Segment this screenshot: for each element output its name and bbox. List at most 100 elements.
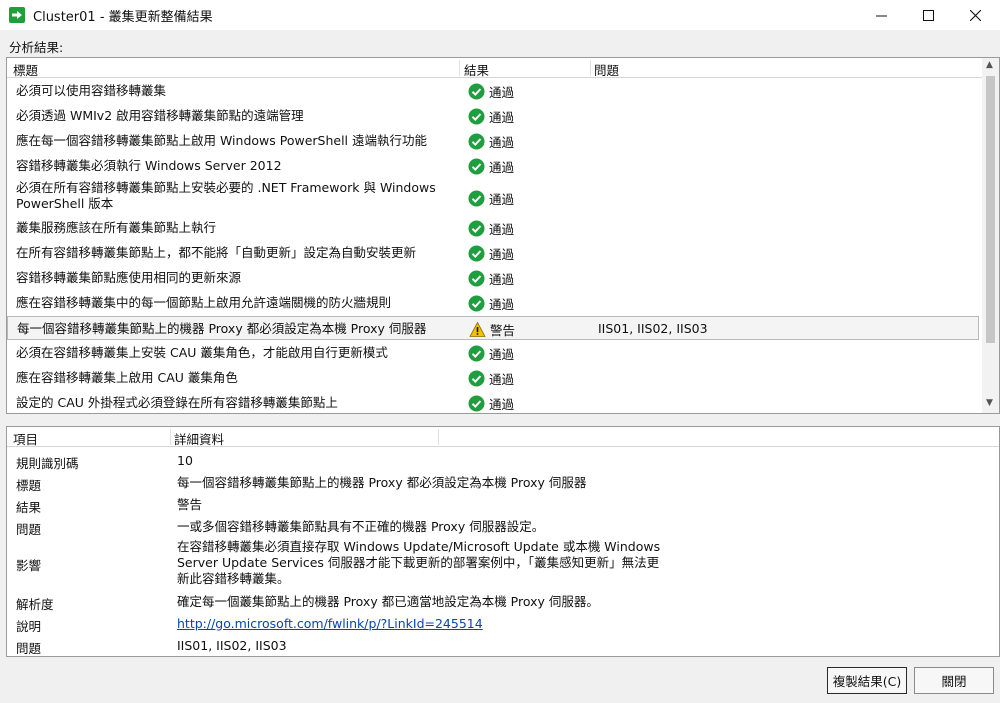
warning-icon xyxy=(469,321,486,337)
app-icon xyxy=(9,7,25,23)
rule-result: 通過 xyxy=(468,344,514,363)
detail-label: 規則識別碼 xyxy=(16,456,79,471)
rule-result: 通過 xyxy=(468,157,514,176)
result-label: 警告 xyxy=(490,323,516,338)
result-label: 通過 xyxy=(489,347,515,362)
rule-result: 通過 xyxy=(468,107,514,126)
rule-title: 應在每一個容錯移轉叢集節點上啟用 Windows PowerShell 遠端執行… xyxy=(16,133,428,148)
list-item[interactable]: 在所有容錯移轉叢集節點上，都不能將「自動更新」設定為自動安裝更新 通過 xyxy=(7,241,979,265)
rule-result: 通過 xyxy=(468,189,514,208)
minimize-button[interactable] xyxy=(858,0,904,30)
column-divider[interactable] xyxy=(590,60,591,76)
detail-row: 解析度 確定每一個叢集節點上的機器 Proxy 都已適當地設定為本機 Proxy … xyxy=(7,592,997,612)
column-header-result[interactable]: 結果 xyxy=(464,60,489,79)
detail-row: 標題 每一個容錯移轉叢集節點上的機器 Proxy 都必須設定為本機 Proxy 伺… xyxy=(7,473,997,493)
detail-row: 影響 在容錯移轉叢集必須直接存取 Windows Update/Microsoft… xyxy=(7,537,997,589)
detail-row: 問題 一或多個容錯移轉叢集節點具有不正確的機器 Proxy 伺服器設定。 xyxy=(7,517,997,537)
check-icon xyxy=(468,108,485,125)
results-list[interactable]: 標題 結果 問題 必須可以使用容錯移轉叢集 通過 必須透過 WMIv2 啟用容錯移轉… xyxy=(6,57,1000,414)
maximize-button[interactable] xyxy=(905,0,951,30)
rule-result: 通過 xyxy=(468,244,514,263)
column-header-issue[interactable]: 問題 xyxy=(594,60,619,79)
detail-label: 影響 xyxy=(16,558,42,573)
result-label: 通過 xyxy=(489,397,515,412)
detail-label: 解析度 xyxy=(16,597,54,612)
rule-title: 每一個容錯移轉叢集節點上的機器 Proxy 都必須設定為本機 Proxy 伺服器 xyxy=(17,321,427,336)
column-header-item[interactable]: 項目 xyxy=(13,429,38,448)
list-item[interactable]: 必須可以使用容錯移轉叢集 通過 xyxy=(7,79,979,103)
rule-title: 容錯移轉叢集節點應使用相同的更新來源 xyxy=(16,270,242,285)
list-item[interactable]: 叢集服務應該在所有叢集節點上執行 通過 xyxy=(7,216,979,240)
list-item[interactable]: 每一個容錯移轉叢集節點上的機器 Proxy 都必須設定為本機 Proxy 伺服器… xyxy=(7,316,979,340)
detail-value: 一或多個容錯移轉叢集節點具有不正確的機器 Proxy 伺服器設定。 xyxy=(177,519,545,534)
close-window-button[interactable] xyxy=(952,0,998,30)
result-label: 通過 xyxy=(489,372,515,387)
rule-result: 通過 xyxy=(468,294,514,313)
rule-result: 通過 xyxy=(468,369,514,388)
result-label: 通過 xyxy=(489,247,515,262)
list-item[interactable]: 應在容錯移轉叢集上啟用 CAU 叢集角色 通過 xyxy=(7,366,979,390)
details-panel: 項目 詳細資料 規則識別碼 10 標題 每一個容錯移轉叢集節點上的機器 Proxy 都… xyxy=(6,426,1000,657)
results-list-header: 標題 結果 問題 xyxy=(7,58,982,78)
check-icon xyxy=(468,245,485,262)
list-item[interactable]: 設定的 CAU 外掛程式必須登錄在所有容錯移轉叢集節點上 通過 xyxy=(7,391,979,413)
detail-label: 結果 xyxy=(16,500,42,515)
column-divider[interactable] xyxy=(170,429,171,445)
maximize-icon xyxy=(922,9,934,21)
scroll-down-icon[interactable]: ▼ xyxy=(986,398,993,408)
check-icon xyxy=(468,345,485,362)
scroll-up-icon[interactable]: ▲ xyxy=(986,60,993,70)
detail-value: 確定每一個叢集節點上的機器 Proxy 都已適當地設定為本機 Proxy 伺服器… xyxy=(177,594,599,609)
results-scrollbar[interactable]: ▲ ▼ xyxy=(982,58,999,413)
copy-results-button[interactable]: 複製結果(C) xyxy=(827,667,907,694)
check-icon xyxy=(468,295,485,312)
detail-label: 問題 xyxy=(16,641,42,656)
rule-result: 警告 xyxy=(469,320,515,339)
list-item[interactable]: 必須在容錯移轉叢集上安裝 CAU 叢集角色，才能啟用自行更新模式 通過 xyxy=(7,341,979,365)
result-label: 通過 xyxy=(489,297,515,312)
detail-row: 問題 IIS01, IIS02, IIS03 xyxy=(7,636,997,656)
check-icon xyxy=(468,395,485,412)
rule-title: 必須在所有容錯移轉叢集節點上安裝必要的 .NET Framework 與 Win… xyxy=(16,180,436,211)
rule-title: 應在容錯移轉叢集中的每一個節點上啟用允許遠端關機的防火牆規則 xyxy=(16,295,392,310)
check-icon xyxy=(468,158,485,175)
detail-value: IIS01, IIS02, IIS03 xyxy=(177,638,287,653)
check-icon xyxy=(468,370,485,387)
list-item[interactable]: 必須在所有容錯移轉叢集節點上安裝必要的 .NET Framework 與 Win… xyxy=(7,179,979,215)
detail-value: 警告 xyxy=(177,497,203,512)
detail-label: 標題 xyxy=(16,478,42,493)
close-button[interactable]: 關閉 xyxy=(914,667,994,694)
rule-result: 通過 xyxy=(468,82,514,101)
list-item[interactable]: 容錯移轉叢集節點應使用相同的更新來源 通過 xyxy=(7,266,979,290)
detail-row: 結果 警告 xyxy=(7,495,997,515)
list-item[interactable]: 應在每一個容錯移轉叢集節點上啟用 Windows PowerShell 遠端執行… xyxy=(7,129,979,153)
list-item[interactable]: 必須透過 WMIv2 啟用容錯移轉叢集節點的遠端管理 通過 xyxy=(7,104,979,128)
check-icon xyxy=(468,220,485,237)
list-item[interactable]: 應在容錯移轉叢集中的每一個節點上啟用允許遠端關機的防火牆規則 通過 xyxy=(7,291,979,315)
title-bar: Cluster01 - 叢集更新整備結果 xyxy=(0,0,1000,30)
details-header: 項目 詳細資料 xyxy=(7,427,999,447)
result-label: 通過 xyxy=(489,160,515,175)
help-link[interactable]: http://go.microsoft.com/fwlink/p/?LinkId… xyxy=(177,616,667,632)
list-item[interactable]: 容錯移轉叢集必須執行 Windows Server 2012 通過 xyxy=(7,154,979,178)
rule-issue: IIS01, IIS02, IIS03 xyxy=(598,321,708,336)
result-label: 通過 xyxy=(489,192,515,207)
minimize-icon xyxy=(875,15,887,16)
column-divider[interactable] xyxy=(459,60,460,76)
detail-label: 說明 xyxy=(16,619,42,634)
rule-title: 應在容錯移轉叢集上啟用 CAU 叢集角色 xyxy=(16,370,238,385)
check-icon xyxy=(468,83,485,100)
analysis-label: 分析結果: xyxy=(9,40,64,55)
detail-value: 10 xyxy=(177,453,193,468)
rule-result: 通過 xyxy=(468,269,514,288)
detail-value: 在容錯移轉叢集必須直接存取 Windows Update/Microsoft U… xyxy=(177,539,661,586)
close-icon xyxy=(969,9,981,21)
detail-row: 規則識別碼 10 xyxy=(7,451,997,471)
scrollbar-thumb[interactable] xyxy=(986,76,995,343)
column-divider[interactable] xyxy=(438,429,439,445)
column-header-detail[interactable]: 詳細資料 xyxy=(174,429,224,448)
detail-row: 說明 http://go.microsoft.com/fwlink/p/?Link… xyxy=(7,614,997,634)
detail-value: 每一個容錯移轉叢集節點上的機器 Proxy 都必須設定為本機 Proxy 伺服器 xyxy=(177,475,587,490)
column-header-title[interactable]: 標題 xyxy=(13,60,38,79)
check-icon xyxy=(468,270,485,287)
